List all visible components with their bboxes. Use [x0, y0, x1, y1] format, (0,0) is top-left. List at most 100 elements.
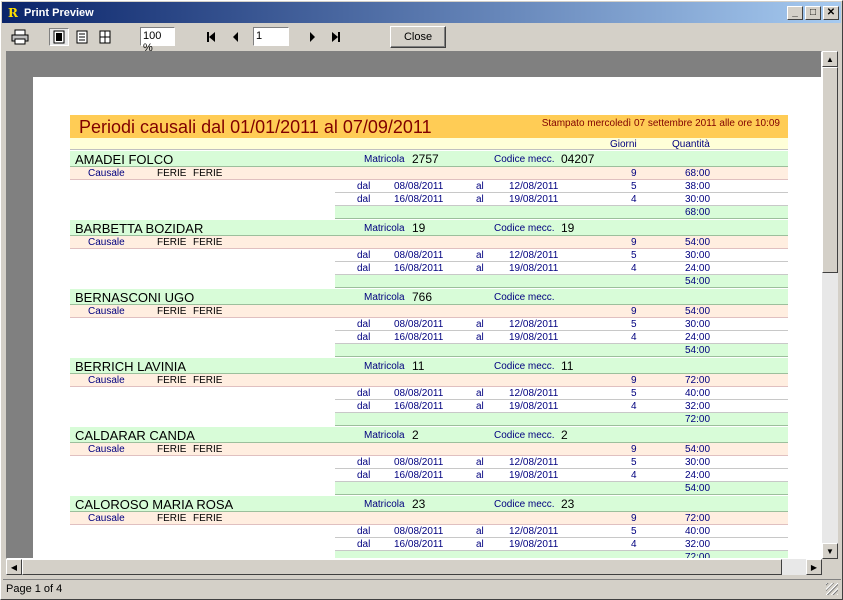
codice-value: 23 — [561, 497, 575, 511]
causale-label: Causale — [88, 237, 125, 248]
total-quantita: 54:00 — [685, 276, 711, 287]
multi-page-icon[interactable] — [95, 28, 115, 46]
causale-quantita: 54:00 — [685, 306, 711, 317]
causale-quantita: 72:00 — [685, 375, 711, 386]
al-date: 19/08/2011 — [509, 332, 559, 343]
employee-name-row: BERNASCONI UGO Matricola 766 Codice mecc. — [70, 289, 788, 305]
employee-block: CALOROSO MARIA ROSA Matricola 23 Codice mec… — [70, 496, 788, 558]
employee-name-row: BARBETTA BOZIDAR Matricola 19 Codice mecc. 1… — [70, 220, 788, 236]
minimize-button[interactable]: _ — [787, 5, 803, 20]
al-date: 12/08/2011 — [509, 526, 559, 537]
close-button[interactable]: Close — [390, 26, 446, 48]
period-row: dal 16/08/2011 al 19/08/2011 4 30:00 — [335, 193, 788, 206]
employee-name-row: BERRICH LAVINIA Matricola 11 Codice mecc. 11 — [70, 358, 788, 374]
page-number-input[interactable]: 1 — [253, 27, 289, 46]
resize-grip-icon[interactable] — [826, 583, 838, 595]
close-window-button[interactable]: ✕ — [823, 5, 839, 20]
causale-giorni: 9 — [631, 444, 637, 455]
period-giorni: 5 — [631, 457, 637, 468]
report-title: Periodi causali dal 01/01/2011 al 07/09/… — [79, 117, 432, 137]
total-quantita: 54:00 — [685, 483, 711, 494]
horizontal-scrollbar[interactable]: ◀ ▶ — [6, 559, 822, 575]
period-giorni: 4 — [631, 194, 637, 205]
print-preview-window: R Print Preview _ □ ✕ 100 % 1 Close Peri… — [0, 0, 843, 600]
matricola-value: 2 — [412, 428, 419, 442]
al-date: 19/08/2011 — [509, 539, 559, 550]
dal-label: dal — [357, 194, 371, 205]
causale-row: Causale FERIE FERIE 9 72:00 — [70, 512, 788, 525]
two-pages-icon[interactable] — [72, 28, 92, 46]
dal-date: 16/08/2011 — [394, 332, 444, 343]
printer-icon[interactable] — [10, 28, 30, 46]
dal-label: dal — [357, 401, 371, 412]
status-bar: Page 1 of 4 — [3, 579, 841, 598]
total-row: 54:00 — [335, 275, 788, 288]
vertical-scrollbar[interactable]: ▲ ▼ — [822, 51, 838, 559]
next-page-icon[interactable] — [302, 28, 322, 46]
causale-code: FERIE — [157, 513, 187, 524]
causale-label: Causale — [88, 444, 125, 455]
scroll-up-icon[interactable]: ▲ — [822, 51, 838, 67]
al-label: al — [476, 250, 484, 261]
causale-desc: FERIE — [193, 375, 223, 386]
period-row: dal 16/08/2011 al 19/08/2011 4 24:00 — [335, 262, 788, 275]
employee-name: AMADEI FOLCO — [75, 152, 174, 167]
employee-name: BERRICH LAVINIA — [75, 359, 187, 374]
employee-block: AMADEI FOLCO Matricola 2757 Codice mecc. 042… — [70, 151, 788, 220]
al-label: al — [476, 263, 484, 274]
single-page-icon[interactable] — [49, 28, 69, 46]
dal-label: dal — [357, 181, 371, 192]
causale-giorni: 9 — [631, 237, 637, 248]
last-page-icon[interactable] — [326, 28, 346, 46]
al-date: 12/08/2011 — [509, 457, 559, 468]
causale-quantita: 54:00 — [685, 237, 711, 248]
preview-area[interactable]: Periodi causali dal 01/01/2011 al 07/09/… — [6, 51, 822, 559]
dal-label: dal — [357, 457, 371, 468]
al-label: al — [476, 332, 484, 343]
period-row: dal 08/08/2011 al 12/08/2011 5 40:00 — [335, 387, 788, 400]
scroll-right-icon[interactable]: ▶ — [806, 559, 822, 575]
causale-label: Causale — [88, 168, 125, 179]
al-label: al — [476, 539, 484, 550]
period-quantita: 30:00 — [685, 194, 711, 205]
dal-label: dal — [357, 250, 371, 261]
period-giorni: 4 — [631, 332, 637, 343]
previous-page-icon[interactable] — [226, 28, 246, 46]
causale-row: Causale FERIE FERIE 9 54:00 — [70, 443, 788, 456]
vertical-scroll-thumb[interactable] — [822, 67, 838, 273]
dal-label: dal — [357, 319, 371, 330]
total-row: 72:00 — [335, 413, 788, 426]
al-date: 12/08/2011 — [509, 250, 559, 261]
causale-desc: FERIE — [193, 237, 223, 248]
matricola-label: Matricola — [364, 223, 405, 234]
dal-date: 08/08/2011 — [394, 388, 444, 399]
causale-desc: FERIE — [193, 306, 223, 317]
zoom-input[interactable]: 100 % — [140, 27, 175, 54]
dal-label: dal — [357, 470, 371, 481]
dal-label: dal — [357, 388, 371, 399]
period-quantita: 32:00 — [685, 539, 711, 550]
horizontal-scroll-thumb[interactable] — [22, 559, 782, 575]
scroll-left-icon[interactable]: ◀ — [6, 559, 22, 575]
codice-value: 04207 — [561, 152, 595, 166]
dal-date: 08/08/2011 — [394, 526, 444, 537]
causale-desc: FERIE — [193, 168, 223, 179]
causale-giorni: 9 — [631, 375, 637, 386]
title-bar[interactable]: R Print Preview _ □ ✕ — [2, 2, 841, 23]
total-row: 72:00 — [335, 551, 788, 558]
period-giorni: 5 — [631, 319, 637, 330]
period-giorni: 4 — [631, 470, 637, 481]
total-quantita: 68:00 — [685, 207, 711, 218]
causale-label: Causale — [88, 513, 125, 524]
maximize-button[interactable]: □ — [805, 5, 821, 20]
employee-name: BERNASCONI UGO — [75, 290, 195, 305]
total-row: 54:00 — [335, 482, 788, 495]
causale-code: FERIE — [157, 375, 187, 386]
matricola-value: 19 — [412, 221, 426, 235]
first-page-icon[interactable] — [201, 28, 221, 46]
period-row: dal 16/08/2011 al 19/08/2011 4 24:00 — [335, 469, 788, 482]
scroll-down-icon[interactable]: ▼ — [822, 543, 838, 559]
dal-date: 16/08/2011 — [394, 263, 444, 274]
codice-label: Codice mecc. — [494, 154, 555, 165]
matricola-value: 766 — [412, 290, 433, 304]
